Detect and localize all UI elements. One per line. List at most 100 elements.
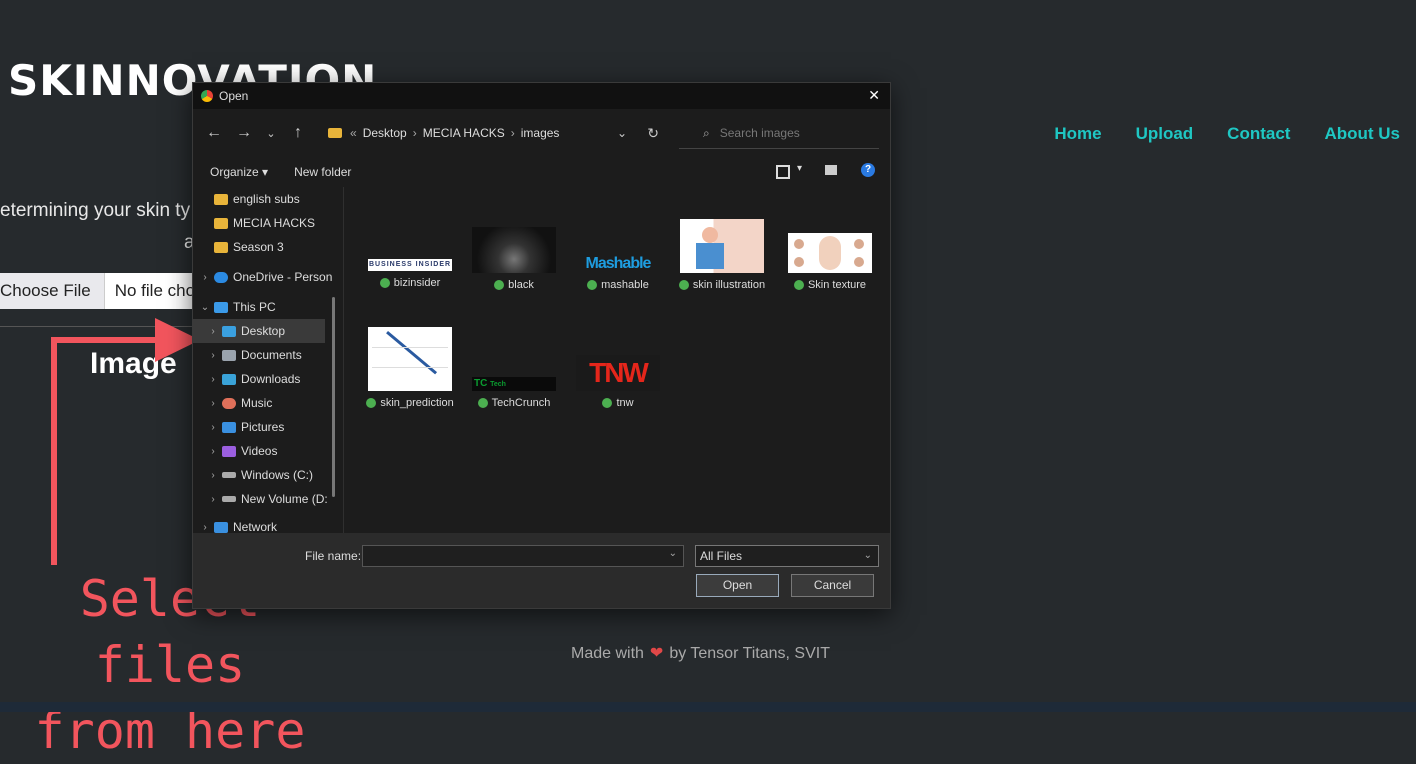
sidebar-item-videos[interactable]: › Videos (193, 439, 343, 463)
sidebar-item-music[interactable]: › Music (193, 391, 343, 415)
file-name: skin_prediction (380, 397, 454, 409)
file-label: skin_prediction (358, 397, 462, 409)
chevron-down-icon[interactable]: ⌄ (617, 126, 627, 140)
sidebar-item-pictures[interactable]: › Pictures (193, 415, 343, 439)
grid-line (372, 367, 448, 368)
file-name: tnw (616, 397, 634, 409)
file-label: black (462, 279, 566, 291)
address-row: ← → ⌄ ↑ « Desktop › MECIA HACKS › images… (193, 109, 890, 157)
sidebar-item-this-pc[interactable]: ⌄ This PC (193, 295, 343, 319)
breadcrumb-desktop[interactable]: Desktop (363, 126, 407, 140)
overflow-icon: « (350, 126, 357, 140)
sidebar-item-label: Desktop (241, 324, 286, 338)
folder-icon (214, 193, 228, 205)
file-input[interactable]: Choose File No file chos (0, 273, 214, 309)
organize-button[interactable]: Organize ▾ (210, 165, 268, 179)
dialog-titlebar: Open ✕ (193, 83, 890, 109)
chevron-down-icon[interactable]: ⌄ (669, 548, 677, 559)
chevron-right-icon[interactable]: › (207, 422, 219, 433)
sidebar-item-network[interactable]: › Network (193, 515, 343, 533)
back-icon[interactable]: ← (199, 124, 229, 142)
sidebar-scrollbar[interactable] (332, 297, 335, 497)
chevron-right-icon[interactable]: › (207, 398, 219, 409)
close-button[interactable]: ✕ (868, 87, 880, 104)
up-icon[interactable]: ↑ (283, 124, 313, 142)
file-tile-skin-texture[interactable]: Skin texture (778, 227, 882, 291)
file-tile-bizinsider[interactable]: BUSINESS INSIDER bizinsider (358, 227, 462, 289)
synced-check-icon (494, 280, 505, 290)
choose-file-button[interactable]: Choose File (0, 273, 105, 309)
sidebar-item-label: MECIA HACKS (233, 216, 316, 230)
search-input[interactable]: ⌕ Search images (679, 118, 879, 149)
thumbnail: Mashable (576, 227, 660, 273)
thumbnail (472, 227, 556, 273)
file-list[interactable]: BUSINESS INSIDER bizinsider black Mashab… (344, 187, 890, 533)
network-icon (214, 521, 228, 533)
chevron-right-icon[interactable]: › (207, 446, 219, 457)
videos-icon (222, 445, 236, 457)
address-bar[interactable]: « Desktop › MECIA HACKS › images ⌄ ↻ (328, 118, 673, 148)
file-tile-mashable[interactable]: Mashable mashable (566, 227, 670, 291)
chevron-right-icon[interactable]: › (207, 350, 219, 361)
synced-check-icon (602, 398, 613, 408)
file-tile-skin-illustration[interactable]: skin illustration (670, 219, 774, 291)
cancel-button[interactable]: Cancel (791, 574, 874, 597)
view-icon[interactable] (776, 165, 790, 179)
sidebar-item-desktop[interactable]: › Desktop (193, 319, 325, 343)
techcrunch-logo: TC Tech (472, 377, 556, 391)
navigation-pane[interactable]: english subs MECIA HACKS Season 3 › OneD… (193, 187, 344, 533)
file-type-select[interactable]: All Files ⌄ (695, 545, 879, 567)
file-tile-black[interactable]: black (462, 227, 566, 291)
help-icon[interactable]: ? (861, 163, 875, 177)
recent-dropdown-icon[interactable]: ⌄ (259, 127, 283, 140)
sidebar-item-downloads[interactable]: › Downloads (193, 367, 343, 391)
sidebar-item-documents[interactable]: › Documents (193, 343, 343, 367)
heart-icon: ❤ (649, 645, 664, 662)
texture-sample (794, 257, 804, 267)
sidebar-item-label: OneDrive - Person (233, 270, 333, 284)
chevron-right-icon[interactable]: › (207, 470, 219, 481)
file-tile-skin-prediction[interactable]: skin_prediction (358, 327, 462, 409)
sidebar-item-english-subs[interactable]: english subs (193, 187, 343, 211)
nav-home[interactable]: Home (1054, 124, 1101, 144)
sidebar-item-mecia-hacks[interactable]: MECIA HACKS (193, 211, 343, 235)
file-name: bizinsider (393, 277, 441, 289)
chevron-right-icon[interactable]: › (199, 272, 211, 283)
chevron-down-icon[interactable]: ▾ (797, 163, 802, 174)
mashable-logo: Mashable (585, 255, 652, 272)
nav-contact[interactable]: Contact (1227, 124, 1290, 144)
file-tile-techcrunch[interactable]: TC Tech TechCrunch (462, 327, 566, 409)
chevron-right-icon[interactable]: › (207, 494, 219, 505)
sidebar-item-windows-c[interactable]: › Windows (C:) (193, 463, 343, 487)
new-folder-button[interactable]: New folder (294, 165, 351, 179)
file-name: Skin texture (807, 279, 867, 291)
sidebar-item-label: Documents (241, 348, 302, 362)
texture-sample (794, 239, 804, 249)
nav-about[interactable]: About Us (1324, 124, 1400, 144)
thumbnail: TC Tech (472, 327, 556, 391)
illustration-body (696, 243, 724, 269)
chevron-right-icon[interactable]: › (199, 522, 211, 533)
folder-icon (328, 128, 342, 138)
breadcrumb-images[interactable]: images (521, 126, 560, 140)
business-insider-logo: BUSINESS INSIDER (368, 259, 452, 271)
open-button[interactable]: Open (696, 574, 779, 597)
chevron-right-icon[interactable]: › (207, 326, 219, 337)
documents-icon (222, 349, 236, 361)
chevron-right-icon[interactable]: › (207, 374, 219, 385)
file-name-input[interactable]: ⌄ (362, 545, 684, 567)
chevron-down-icon[interactable]: ⌄ (199, 302, 211, 313)
sidebar-item-season-3[interactable]: Season 3 (193, 235, 343, 259)
sidebar-item-onedrive[interactable]: › OneDrive - Person (193, 265, 343, 289)
refresh-icon[interactable]: ↻ (647, 125, 659, 142)
chevron-down-icon: ⌄ (863, 550, 872, 561)
preview-pane-icon[interactable] (825, 165, 837, 175)
file-name: skin illustration (692, 279, 766, 291)
nav-upload[interactable]: Upload (1136, 124, 1194, 144)
forward-icon[interactable]: → (229, 124, 259, 142)
breadcrumb-mecia-hacks[interactable]: MECIA HACKS (423, 126, 505, 140)
thumbnail (368, 327, 452, 391)
file-tile-tnw[interactable]: TNW tnw (566, 327, 670, 409)
dialog-footer: File name: ⌄ All Files ⌄ Open Cancel (193, 533, 890, 608)
sidebar-item-new-volume-d[interactable]: › New Volume (D: (193, 487, 343, 511)
